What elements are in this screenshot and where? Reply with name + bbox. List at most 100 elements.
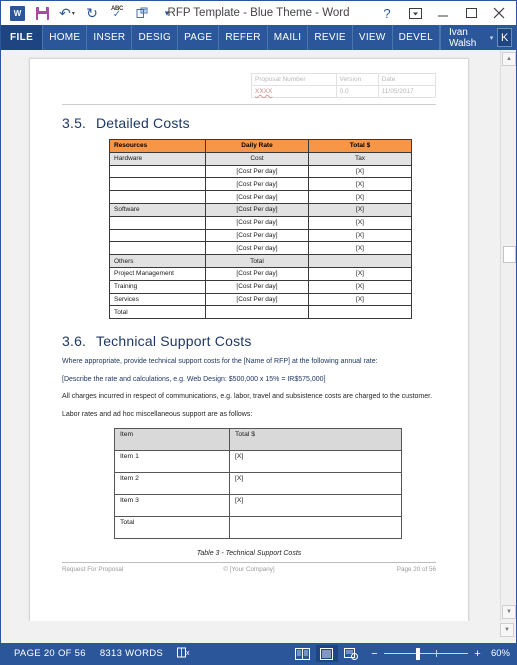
- table-cell[interactable]: [X]: [308, 279, 412, 294]
- table-cell[interactable]: [Cost Per day]: [205, 215, 309, 230]
- save-icon[interactable]: [30, 3, 54, 23]
- table-cell[interactable]: Total: [205, 254, 309, 268]
- table-row[interactable]: Total: [114, 516, 402, 540]
- table-cell[interactable]: Software: [109, 202, 206, 217]
- zoom-level-label[interactable]: 60%: [487, 648, 510, 659]
- tab-mailings[interactable]: MAILI: [268, 25, 309, 50]
- chevron-down-icon[interactable]: ▾: [490, 34, 494, 42]
- scroll-up-icon[interactable]: ▲: [502, 52, 516, 66]
- table-cell[interactable]: [Cost Per day]: [205, 241, 309, 256]
- table-cell[interactable]: [X]: [308, 177, 412, 192]
- avatar[interactable]: K: [497, 28, 512, 47]
- tab-review[interactable]: REVIE: [308, 25, 353, 50]
- table-row[interactable]: Item 3 [X]: [114, 494, 402, 518]
- table-row[interactable]: Others Total: [109, 254, 412, 268]
- table-cell[interactable]: [109, 177, 206, 192]
- table-cell[interactable]: [X]: [308, 241, 412, 256]
- table-row[interactable]: Item 2 [X]: [114, 472, 402, 496]
- proofing-errors-icon[interactable]: x: [170, 646, 197, 661]
- scrollbar-thumb[interactable]: [503, 246, 516, 263]
- table-row[interactable]: Training [Cost Per day] [X]: [109, 279, 412, 294]
- horizontal-scrollbar[interactable]: [29, 625, 478, 639]
- detailed-costs-table[interactable]: Resources Daily Rate Total $ Hardware Cost Ta…: [109, 139, 412, 320]
- table-cell[interactable]: [X]: [308, 228, 412, 243]
- table-cell[interactable]: Hardware: [109, 151, 206, 166]
- table-cell[interactable]: Total: [109, 305, 206, 320]
- table-cell[interactable]: [X]: [229, 450, 402, 474]
- customize-qat-icon[interactable]: ▾: [155, 3, 179, 23]
- redo-icon[interactable]: ↻: [80, 3, 104, 23]
- table-cell[interactable]: Item 3: [114, 494, 230, 518]
- table-cell[interactable]: [Cost Per day]: [205, 190, 309, 204]
- table-cell[interactable]: Cost: [205, 151, 309, 166]
- table-cell[interactable]: [109, 215, 206, 230]
- table-cell[interactable]: [X]: [308, 215, 412, 230]
- tab-insert[interactable]: INSER: [87, 25, 133, 50]
- table-row[interactable]: Software [Cost Per day] [X]: [109, 202, 412, 217]
- minimize-button[interactable]: [430, 2, 456, 24]
- table-cell[interactable]: [109, 228, 206, 243]
- scroll-next-page-icon[interactable]: ▼: [500, 623, 514, 637]
- status-word-count[interactable]: 8313 WORDS: [93, 648, 170, 659]
- zoom-out-button[interactable]: −: [370, 648, 379, 660]
- ribbon-display-options-button[interactable]: [402, 2, 428, 24]
- table-cell[interactable]: [Cost Per day]: [205, 266, 309, 281]
- zoom-slider[interactable]: [383, 647, 468, 660]
- undo-icon[interactable]: ↶ ▾: [55, 3, 79, 23]
- table-cell[interactable]: Item 2: [114, 472, 230, 496]
- table-cell[interactable]: [308, 305, 412, 320]
- table-cell[interactable]: Services: [109, 292, 206, 307]
- document-canvas[interactable]: Proposal Number Version Date XXXX 0.0 11…: [1, 50, 500, 621]
- read-mode-view-icon[interactable]: [292, 645, 314, 662]
- print-layout-view-icon[interactable]: [315, 645, 338, 662]
- table-row[interactable]: [Cost Per day] [X]: [109, 228, 412, 243]
- table-cell[interactable]: [229, 516, 402, 540]
- table-cell[interactable]: [Cost Per day]: [205, 228, 309, 243]
- table-cell[interactable]: [308, 254, 412, 268]
- table-row[interactable]: [Cost Per day] [X]: [109, 215, 412, 230]
- table-row[interactable]: [Cost Per day] [X]: [109, 177, 412, 192]
- table-cell[interactable]: [Cost Per day]: [205, 202, 309, 217]
- maximize-button[interactable]: [458, 2, 484, 24]
- table-cell[interactable]: Project Management: [109, 266, 206, 281]
- status-page-indicator[interactable]: PAGE 20 OF 56: [7, 648, 93, 659]
- tab-view[interactable]: VIEW: [353, 25, 393, 50]
- document-page[interactable]: Proposal Number Version Date XXXX 0.0 11…: [29, 58, 469, 621]
- table-cell[interactable]: [Cost Per day]: [205, 279, 309, 294]
- technical-support-table[interactable]: Item Total $ Item 1 [X] Item 2 [X] Item 3 [X] To…: [114, 428, 402, 540]
- table-cell[interactable]: Total: [114, 516, 230, 540]
- table-row[interactable]: Item 1 [X]: [114, 450, 402, 474]
- table-cell[interactable]: Tax: [308, 151, 412, 166]
- tab-page-layout[interactable]: PAGE: [178, 25, 220, 50]
- table-cell[interactable]: [Cost Per day]: [205, 292, 309, 307]
- print-preview-icon[interactable]: [130, 3, 154, 23]
- spelling-icon[interactable]: ABC ✓: [105, 3, 129, 23]
- table-cell[interactable]: [X]: [308, 190, 412, 204]
- scroll-down-icon[interactable]: ▼: [502, 605, 516, 619]
- tab-home[interactable]: HOME: [42, 25, 88, 50]
- table-cell[interactable]: [Cost Per day]: [205, 177, 309, 192]
- table-cell[interactable]: [X]: [308, 164, 412, 179]
- word-logo-icon[interactable]: W: [5, 3, 29, 23]
- web-layout-view-icon[interactable]: [340, 645, 362, 662]
- table-row[interactable]: [Cost Per day] [X]: [109, 164, 412, 179]
- close-button[interactable]: [486, 2, 512, 24]
- table-cell[interactable]: [X]: [308, 266, 412, 281]
- account-area[interactable]: Ivan Walsh ▾ K: [439, 25, 516, 50]
- table-cell[interactable]: Training: [109, 279, 206, 294]
- table-row[interactable]: Hardware Cost Tax: [109, 151, 412, 166]
- tab-references[interactable]: REFER: [219, 25, 268, 50]
- table-cell[interactable]: [109, 241, 206, 256]
- table-cell[interactable]: Others: [109, 254, 206, 268]
- table-cell[interactable]: [X]: [308, 292, 412, 307]
- table-cell[interactable]: [X]: [229, 494, 402, 518]
- help-button[interactable]: ?: [374, 2, 400, 24]
- table-cell[interactable]: [109, 190, 206, 204]
- table-cell[interactable]: [X]: [229, 472, 402, 496]
- table-cell[interactable]: [X]: [308, 202, 412, 217]
- zoom-slider-handle[interactable]: [415, 647, 420, 660]
- table-cell[interactable]: [109, 164, 206, 179]
- vertical-scrollbar[interactable]: ▲ ▼: [500, 50, 516, 621]
- tab-developer[interactable]: DEVEL: [393, 25, 440, 50]
- tab-file[interactable]: FILE: [1, 25, 43, 50]
